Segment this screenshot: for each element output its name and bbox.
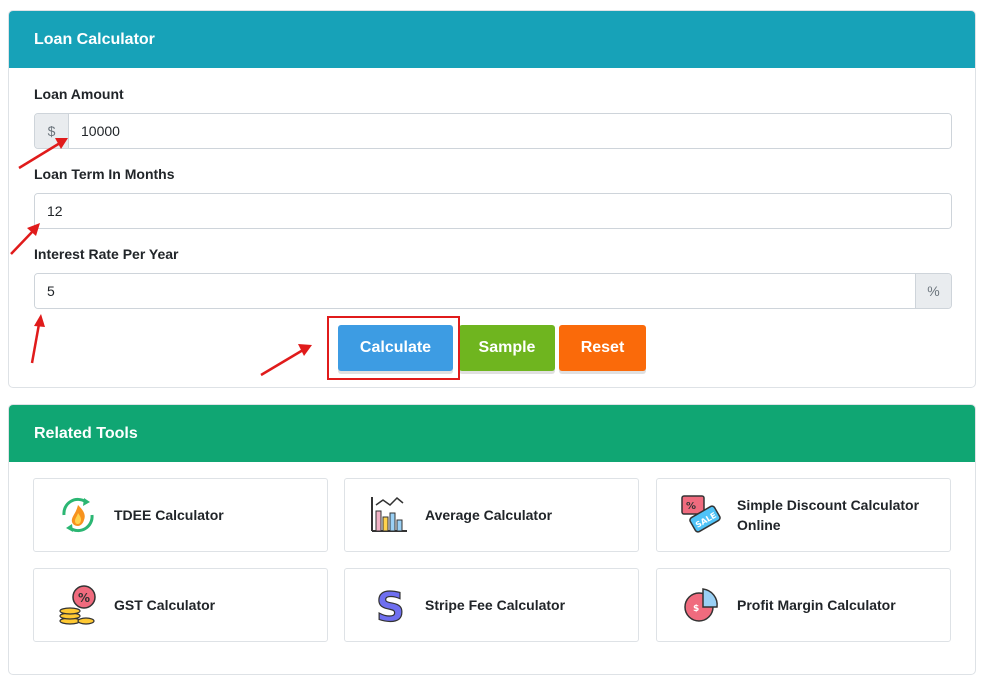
interest-rate-input[interactable] [35, 274, 915, 308]
interest-rate-group: % [34, 273, 952, 309]
svg-text:%: % [686, 501, 696, 512]
calculate-button[interactable]: Calculate [338, 325, 453, 371]
related-tools-card: Related Tools TDEE Calculator Average Ca… [8, 404, 976, 675]
bar-chart-icon [371, 496, 407, 532]
percent-coins-icon: % [59, 585, 96, 625]
tool-gst[interactable]: % GST Calculator [33, 568, 328, 642]
pie-chart-icon: $ [684, 588, 718, 622]
loan-calculator-title: Loan Calculator [9, 11, 975, 68]
tool-discount[interactable]: % SALE Simple Discount Calculator Online [656, 478, 951, 552]
tool-label: Profit Margin Calculator [737, 597, 896, 613]
reset-button[interactable]: Reset [559, 325, 646, 371]
tool-tdee[interactable]: TDEE Calculator [33, 478, 328, 552]
tool-label: Simple Discount Calculator Online [737, 497, 920, 533]
tdee-icon [62, 497, 94, 533]
loan-calculator-card: Loan Calculator Loan Amount $ Loan Term … [8, 10, 976, 388]
loan-term-input[interactable] [35, 194, 951, 228]
loan-amount-label: Loan Amount [34, 86, 124, 102]
sale-tag-icon: % SALE [681, 495, 721, 533]
tool-label: Stripe Fee Calculator [425, 597, 566, 613]
tool-label: GST Calculator [114, 597, 216, 613]
svg-text:$: $ [693, 604, 699, 614]
percent-suffix: % [915, 274, 951, 308]
svg-text:S: S [376, 585, 405, 627]
loan-amount-group: $ [34, 113, 952, 149]
tool-stripe-fee[interactable]: S Stripe Fee Calculator [344, 568, 639, 642]
svg-text:%: % [78, 591, 90, 605]
dollar-prefix: $ [35, 114, 69, 148]
loan-term-group [34, 193, 952, 229]
loan-term-label: Loan Term In Months [34, 166, 175, 182]
related-tools-title: Related Tools [9, 405, 975, 462]
tool-profit-margin[interactable]: $ Profit Margin Calculator [656, 568, 951, 642]
tool-label: Average Calculator [425, 507, 553, 523]
loan-amount-input[interactable] [69, 114, 951, 148]
interest-rate-label: Interest Rate Per Year [34, 246, 179, 262]
stripe-s-icon: S [375, 584, 405, 627]
sample-button[interactable]: Sample [459, 325, 555, 371]
tool-average[interactable]: Average Calculator [344, 478, 639, 552]
tool-label: TDEE Calculator [114, 507, 224, 523]
